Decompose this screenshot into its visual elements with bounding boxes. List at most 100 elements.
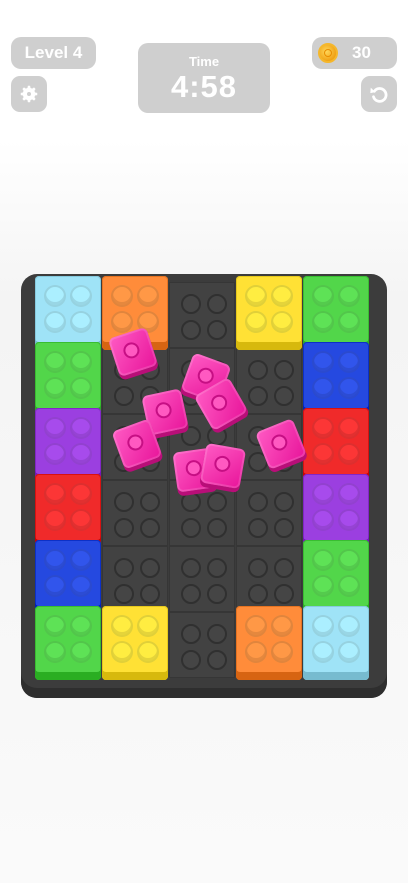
- block-stud: [111, 615, 133, 637]
- block-stud: [271, 641, 293, 663]
- coin-counter: 30: [312, 37, 397, 69]
- cell-stud: [181, 426, 201, 446]
- board-cell[interactable]: [236, 546, 302, 612]
- cell-stud: [114, 584, 134, 604]
- cell-stud: [207, 518, 227, 538]
- cube-stud: [195, 365, 216, 387]
- cube-stud: [154, 400, 174, 420]
- block-stud: [338, 509, 360, 531]
- block-green[interactable]: [303, 276, 369, 350]
- cell-stud: [274, 584, 294, 604]
- block-stud: [44, 483, 66, 505]
- board-cell[interactable]: [169, 546, 235, 612]
- block-stud: [44, 549, 66, 571]
- block-stud: [338, 285, 360, 307]
- block-stud: [137, 615, 159, 637]
- level-indicator: Level 4: [11, 37, 96, 69]
- board-cell[interactable]: [169, 612, 235, 678]
- cell-stud: [140, 518, 160, 538]
- settings-button[interactable]: [11, 76, 47, 112]
- block-stud: [44, 443, 66, 465]
- cell-stud: [274, 558, 294, 578]
- gear-icon: [20, 85, 38, 103]
- cell-stud: [274, 360, 294, 380]
- undo-button[interactable]: [361, 76, 397, 112]
- cell-stud: [248, 584, 268, 604]
- block-stud: [111, 285, 133, 307]
- block-stud: [70, 483, 92, 505]
- block-stud: [312, 311, 334, 333]
- block-stud: [312, 377, 334, 399]
- block-stud: [70, 377, 92, 399]
- block-stud: [70, 351, 92, 373]
- board-cell[interactable]: [169, 282, 235, 348]
- cell-stud: [248, 558, 268, 578]
- block-blue[interactable]: [35, 540, 101, 614]
- block-green[interactable]: [35, 606, 101, 680]
- block-stud: [70, 549, 92, 571]
- cell-stud: [114, 558, 134, 578]
- pink-cube-piece[interactable]: [199, 442, 247, 490]
- block-stud: [271, 615, 293, 637]
- block-stud: [137, 285, 159, 307]
- block-stud: [44, 641, 66, 663]
- cell-stud: [114, 518, 134, 538]
- block-stud: [338, 311, 360, 333]
- cell-stud: [207, 624, 227, 644]
- cell-stud: [114, 386, 134, 406]
- cell-stud: [140, 492, 160, 512]
- block-stud: [312, 549, 334, 571]
- cell-stud: [207, 558, 227, 578]
- block-stud: [44, 377, 66, 399]
- cell-stud: [248, 360, 268, 380]
- cell-stud: [207, 294, 227, 314]
- cell-stud: [207, 492, 227, 512]
- block-stud: [44, 285, 66, 307]
- cube-stud: [121, 340, 142, 361]
- block-purple[interactable]: [35, 408, 101, 482]
- block-lightblue[interactable]: [303, 606, 369, 680]
- block-stud: [338, 351, 360, 373]
- block-stud: [44, 509, 66, 531]
- cell-stud: [181, 624, 201, 644]
- undo-arrow-icon: [370, 87, 388, 103]
- cell-stud: [248, 386, 268, 406]
- cell-stud: [248, 492, 268, 512]
- block-stud: [137, 641, 159, 663]
- block-green[interactable]: [303, 540, 369, 614]
- block-stud: [312, 351, 334, 373]
- block-stud: [271, 285, 293, 307]
- block-orange[interactable]: [236, 606, 302, 680]
- cell-stud: [248, 518, 268, 538]
- block-stud: [312, 509, 334, 531]
- block-red[interactable]: [303, 408, 369, 482]
- cell-stud: [181, 650, 201, 670]
- block-stud: [70, 417, 92, 439]
- block-red[interactable]: [35, 474, 101, 548]
- block-stud: [70, 509, 92, 531]
- block-stud: [44, 351, 66, 373]
- block-stud: [245, 311, 267, 333]
- block-purple[interactable]: [303, 474, 369, 548]
- block-stud: [70, 285, 92, 307]
- coin-count: 30: [352, 43, 371, 62]
- block-blue[interactable]: [303, 342, 369, 416]
- cell-stud: [140, 558, 160, 578]
- block-yellow[interactable]: [102, 606, 168, 680]
- cube-stud: [268, 432, 290, 453]
- block-stud: [312, 443, 334, 465]
- board-cell[interactable]: [236, 480, 302, 546]
- block-stud: [70, 641, 92, 663]
- board-cell[interactable]: [102, 480, 168, 546]
- block-stud: [70, 575, 92, 597]
- block-yellow[interactable]: [236, 276, 302, 350]
- board-cell[interactable]: [236, 348, 302, 414]
- board-cell[interactable]: [102, 546, 168, 612]
- block-lightblue[interactable]: [35, 276, 101, 350]
- cell-stud: [207, 584, 227, 604]
- block-stud: [312, 575, 334, 597]
- cell-stud: [140, 584, 160, 604]
- block-stud: [245, 615, 267, 637]
- block-stud: [271, 311, 293, 333]
- block-green[interactable]: [35, 342, 101, 416]
